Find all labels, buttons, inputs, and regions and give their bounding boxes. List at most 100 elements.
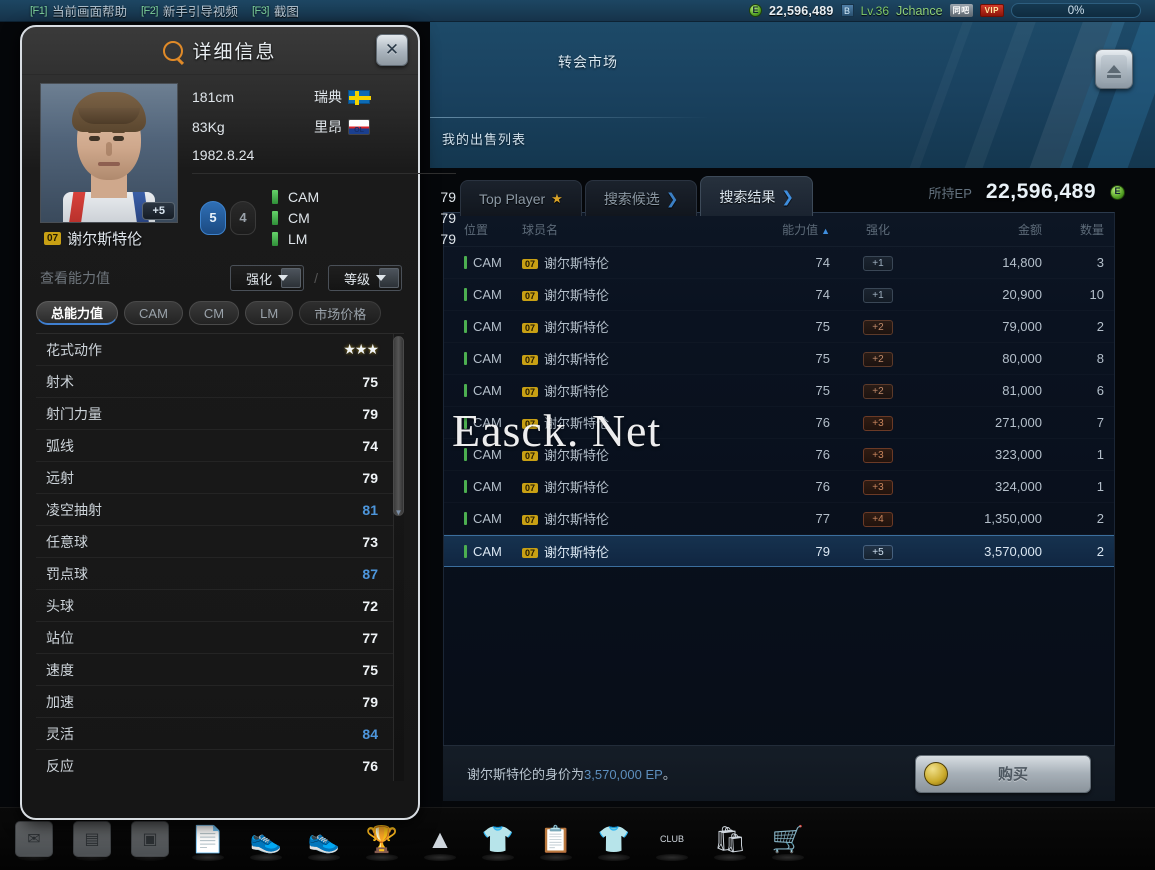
cell-player-name: 07 谢尔斯特伦 — [522, 349, 748, 368]
mail-icon[interactable]: ✉ — [10, 815, 58, 863]
col-header-overall-label: 能力值 — [782, 223, 819, 237]
table-row[interactable]: CAM 07 谢尔斯特伦 76 +3 323,000 1 — [444, 439, 1114, 471]
chevron-down-icon[interactable] — [278, 268, 302, 288]
news-icon[interactable]: ▤ — [68, 815, 116, 863]
position-bar-icon — [464, 416, 467, 429]
chevron-right-icon: ❯ — [781, 188, 794, 206]
cell-position: CAM — [444, 511, 522, 526]
purchase-status-amount: 3,570,000 EP — [584, 767, 663, 782]
position-rating: 79 — [440, 188, 456, 205]
table-row[interactable]: CAM 07 谢尔斯特伦 79 +5 3,570,000 2 — [444, 535, 1114, 567]
gold-shirt-icon[interactable]: 👕 — [590, 815, 638, 863]
sub-tab-cam[interactable]: CAM — [124, 301, 183, 325]
col-header-overall[interactable]: 能力值 ▲ — [748, 221, 830, 238]
col-header-enhance[interactable]: 强化 — [830, 221, 926, 238]
cell-position: CAM — [444, 351, 522, 366]
cell-position-text: CAM — [473, 511, 502, 526]
eject-button[interactable] — [1095, 49, 1133, 89]
jersey-icon[interactable]: 👕 — [474, 815, 522, 863]
document-icon[interactable]: 📋 — [532, 815, 580, 863]
stat-value: 74 — [362, 437, 378, 454]
club-icon[interactable]: CLUB — [648, 815, 696, 863]
contract-icon[interactable]: 📄 — [184, 815, 232, 863]
enhance-chip: +3 — [863, 448, 893, 463]
market-tabs: Top Player ★ 搜索候选 ❯ 搜索结果 ❯ — [460, 176, 816, 216]
enhance-chip: +2 — [863, 352, 893, 367]
hotkey-f2[interactable]: [F2] 新手引导视频 — [141, 1, 238, 20]
stats-scrollbar[interactable]: ▲ ▼ — [393, 334, 404, 781]
position-bar-icon — [464, 480, 467, 493]
player-name-row: 07 谢尔斯特伦 — [40, 228, 178, 249]
sub-tab-lm[interactable]: LM — [245, 301, 294, 325]
position-bar-icon — [272, 189, 278, 204]
weak-foot-icon: 4 — [230, 200, 256, 235]
table-row[interactable]: CAM 07 谢尔斯特伦 74 +1 14,800 3 — [444, 247, 1114, 279]
boots-blue-icon[interactable]: 👟 — [300, 815, 348, 863]
table-row[interactable]: CAM 07 谢尔斯特伦 76 +3 271,000 7 — [444, 407, 1114, 439]
hotkey-group: [F1] 当前画面帮助 [F2] 新手引导视频 [F3] 截图 — [0, 1, 299, 20]
position-bar-icon — [464, 448, 467, 461]
cell-player-name-text: 谢尔斯特伦 — [544, 352, 610, 367]
col-header-quantity[interactable]: 数量 — [1042, 221, 1104, 238]
table-row[interactable]: CAM 07 谢尔斯特伦 77 +4 1,350,000 2 — [444, 503, 1114, 535]
training-cone-icon[interactable]: ▲ — [416, 815, 464, 863]
weak-foot-value: 4 — [239, 210, 247, 225]
col-header-player-name[interactable]: 球员名 — [522, 221, 748, 238]
player-birthday-row: 1982.8.24 — [192, 147, 456, 163]
cell-position-text: CAM — [473, 351, 502, 366]
hotkey-f2-label: 新手引导视频 — [162, 5, 238, 19]
trophy-icon[interactable]: 🏆 — [358, 815, 406, 863]
player-face-illustration — [63, 92, 155, 222]
table-row[interactable]: CAM 07 谢尔斯特伦 75 +2 80,000 8 — [444, 343, 1114, 375]
cell-player-name-text: 谢尔斯特伦 — [544, 320, 610, 335]
cell-player-name: 07 谢尔斯特伦 — [522, 253, 748, 272]
cell-overall: 74 — [815, 255, 830, 270]
cell-quantity: 1 — [1096, 479, 1104, 494]
tab-search-results-label: 搜索结果 — [719, 188, 776, 205]
position-bar-icon — [464, 512, 467, 525]
sub-tab-total-label: 总能力值 — [51, 306, 104, 321]
position-label: LM — [288, 230, 308, 247]
player-meta: 181cm 瑞典 83Kg 里昂 OL 1982.8.24 5 4 CAM 79… — [178, 83, 456, 249]
stat-value: 73 — [362, 533, 378, 550]
enhance-chip: +1 — [863, 256, 893, 271]
buy-button[interactable]: 购买 — [915, 754, 1091, 793]
stat-row: 灵活 84 — [36, 718, 404, 750]
boots-red-icon[interactable]: 👟 — [242, 815, 290, 863]
level-select[interactable]: 等级 — [328, 265, 402, 291]
sort-arrow-icon: ▲ — [821, 226, 830, 236]
scroll-down-icon[interactable]: ▼ — [394, 508, 403, 517]
sub-tab-cm[interactable]: CM — [188, 301, 240, 325]
position-bar-icon — [464, 288, 467, 301]
strong-foot-value: 5 — [209, 210, 217, 225]
chevron-down-icon[interactable] — [376, 268, 399, 288]
close-icon[interactable]: ✕ — [376, 34, 408, 66]
sub-tab-total[interactable]: 总能力值 — [36, 301, 119, 325]
col-header-price[interactable]: 金额 — [926, 221, 1042, 238]
inbox-icon-glyph: ▣ — [131, 821, 169, 857]
hotkey-f3-key: [F3] — [251, 4, 269, 17]
coin-icon — [1110, 184, 1125, 200]
ability-stat-list: 花式动作 ★★★ 射术 75 射门力量 79 弧线 74 远射 79 凌空抽射 81 任意球 73 罚点球 8… — [36, 333, 404, 781]
cell-player-name: 07 谢尔斯特伦 — [522, 381, 748, 400]
cart-icon[interactable]: 🛒 — [764, 815, 812, 863]
stat-row: 弧线 74 — [36, 430, 404, 462]
tab-search-candidates[interactable]: 搜索候选 ❯ — [584, 180, 698, 216]
hotkey-f3[interactable]: [F3] 截图 — [252, 1, 299, 20]
cell-player-name-text: 谢尔斯特伦 — [544, 256, 610, 271]
tab-search-results[interactable]: 搜索结果 ❯ — [700, 176, 813, 216]
stats-scroll-thumb[interactable] — [393, 336, 404, 516]
tab-top-player[interactable]: Top Player ★ — [460, 180, 582, 216]
boots-blue-icon-glyph: 👟 — [307, 823, 341, 854]
table-row[interactable]: CAM 07 谢尔斯特伦 75 +2 81,000 6 — [444, 375, 1114, 407]
table-row[interactable]: CAM 07 谢尔斯特伦 74 +1 20,900 10 — [444, 279, 1114, 311]
sub-tab-market-price[interactable]: 市场价格 — [299, 301, 382, 325]
inbox-icon[interactable]: ▣ — [126, 815, 174, 863]
stat-row: 加速 79 — [36, 686, 404, 718]
hotkey-f1[interactable]: [F1] 当前画面帮助 — [30, 1, 127, 20]
table-row[interactable]: CAM 07 谢尔斯特伦 76 +3 324,000 1 — [444, 471, 1114, 503]
table-row[interactable]: CAM 07 谢尔斯特伦 75 +2 79,000 2 — [444, 311, 1114, 343]
coin-icon — [749, 4, 762, 17]
shop-icon[interactable]: 🛍 — [706, 815, 754, 863]
enhance-select[interactable]: 强化 — [230, 265, 305, 291]
